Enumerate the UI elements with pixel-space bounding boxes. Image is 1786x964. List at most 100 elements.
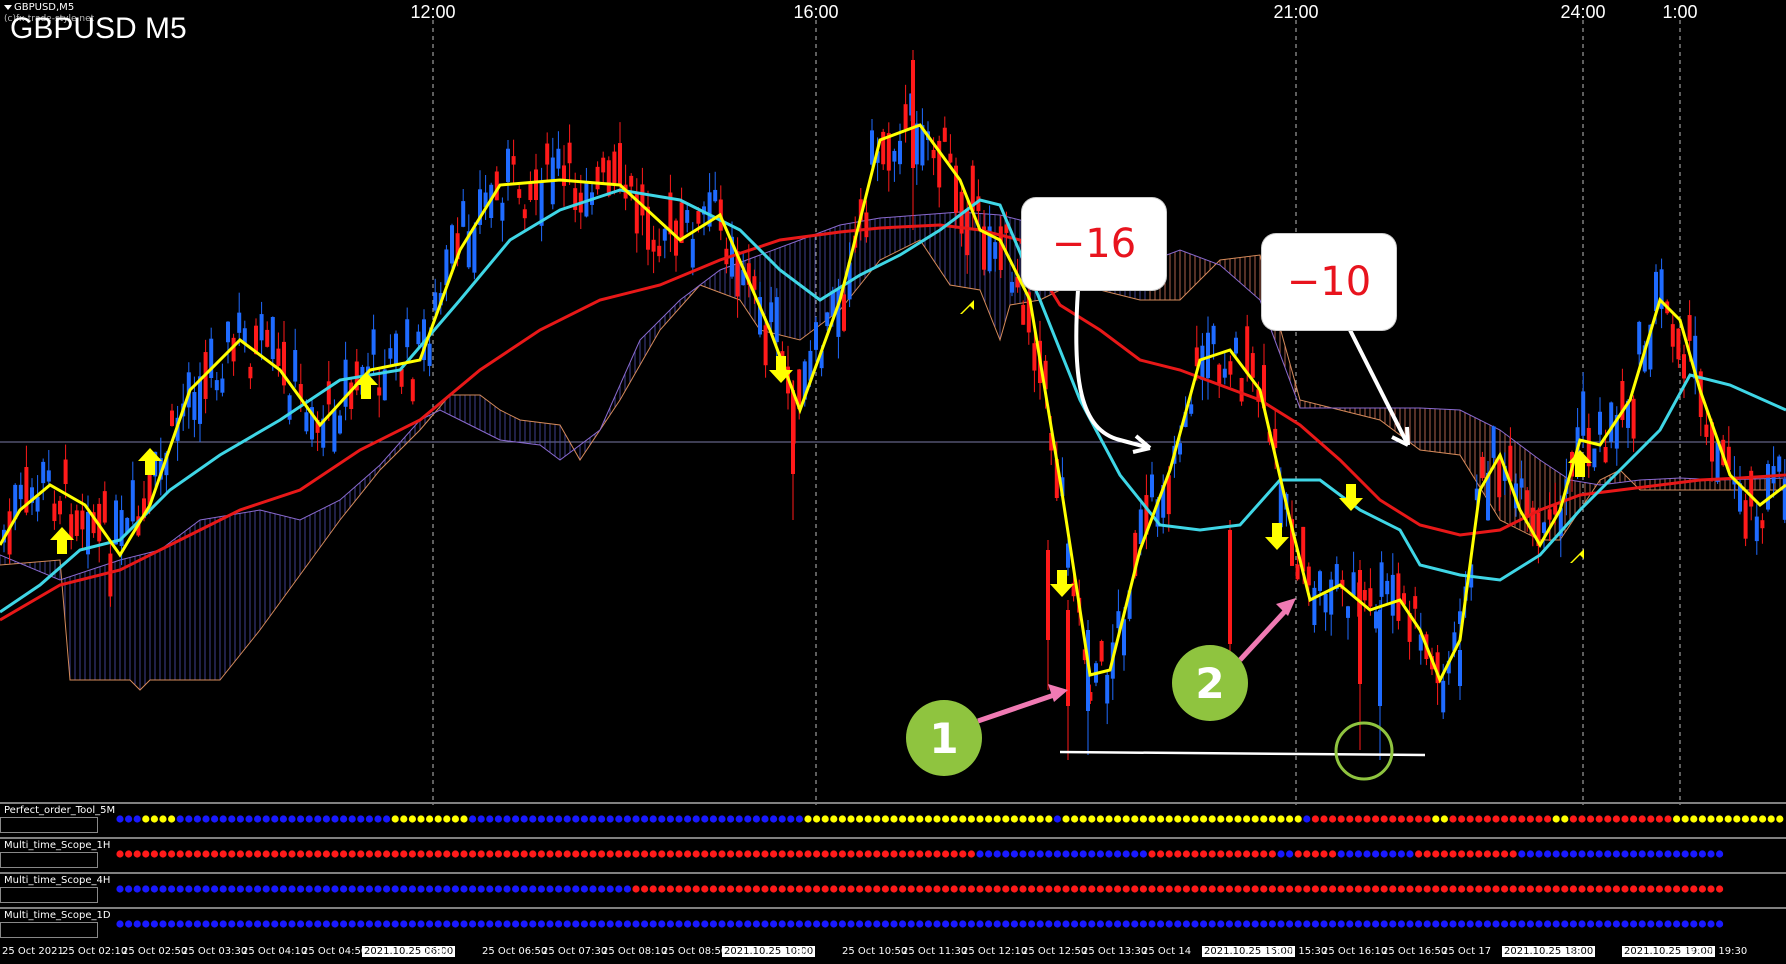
signal-dot xyxy=(348,815,356,823)
signal-dot xyxy=(1294,815,1302,823)
signal-dot xyxy=(1165,920,1173,928)
signal-dot xyxy=(271,815,279,823)
signal-dot xyxy=(168,885,176,893)
signal-dot xyxy=(1664,815,1672,823)
signal-dot xyxy=(1122,850,1130,858)
signal-dot xyxy=(1346,815,1354,823)
candle-body xyxy=(584,181,589,217)
signal-dot xyxy=(116,815,124,823)
signal-dot xyxy=(374,850,382,858)
signal-dot xyxy=(1587,885,1595,893)
signal-dot xyxy=(838,885,847,893)
signal-dot xyxy=(804,850,812,858)
time-axis-label: 25 Oct 04:50 xyxy=(302,946,368,957)
signal-dot xyxy=(426,920,434,928)
candle-body xyxy=(1458,650,1462,686)
signal-dot xyxy=(744,850,752,858)
signal-dot xyxy=(1002,815,1010,823)
signal-dot xyxy=(950,885,958,893)
signal-dot xyxy=(1225,850,1233,858)
signal-dot xyxy=(1595,850,1603,858)
signal-dot xyxy=(1131,850,1139,858)
signal-dot xyxy=(1483,815,1491,823)
candle-body xyxy=(130,480,135,522)
signal-dot xyxy=(1053,920,1061,928)
signal-dot xyxy=(623,920,632,928)
signal-dot xyxy=(1518,885,1526,893)
signal-dot xyxy=(1621,815,1629,823)
signal-dot xyxy=(1088,920,1096,928)
signal-dot xyxy=(365,815,373,823)
signal-dot xyxy=(684,920,692,928)
signal-dot xyxy=(1501,815,1509,823)
time-axis-label: 18 xyxy=(1562,946,1575,957)
signal-dot xyxy=(1397,885,1405,893)
signal-dot xyxy=(770,850,778,858)
candle-body xyxy=(769,302,774,323)
signal-dot xyxy=(770,885,778,893)
candle-body xyxy=(1682,354,1686,379)
signal-dot xyxy=(993,850,1001,858)
signal-dot xyxy=(434,885,442,893)
signal-dot xyxy=(211,815,219,823)
signal-dot xyxy=(193,815,201,823)
signal-dot xyxy=(1535,920,1543,928)
signal-dot xyxy=(985,850,993,858)
signal-dot xyxy=(847,815,855,823)
candle-body xyxy=(114,500,118,545)
signal-dot xyxy=(615,815,623,823)
candle-body xyxy=(522,209,527,219)
signal-dot xyxy=(1535,885,1543,893)
signal-dot xyxy=(511,815,520,823)
signal-dot xyxy=(1432,815,1440,823)
signal-dot xyxy=(1432,850,1440,858)
signal-dot xyxy=(1337,850,1345,858)
signal-dot xyxy=(1578,815,1586,823)
signal-dot xyxy=(864,885,872,893)
signal-dot xyxy=(924,850,933,858)
signal-dot xyxy=(245,850,253,858)
signal-dot xyxy=(1698,920,1706,928)
candle-body xyxy=(461,201,466,227)
signal-dot xyxy=(675,920,683,928)
candle-body xyxy=(640,184,645,216)
candle-body xyxy=(1598,411,1602,435)
signal-dot xyxy=(1604,850,1612,858)
signal-dot xyxy=(666,920,675,928)
candle-body xyxy=(1519,478,1524,488)
signal-dot xyxy=(279,920,287,928)
signal-dot xyxy=(658,920,666,928)
signal-dot xyxy=(254,920,262,928)
signal-dot xyxy=(967,850,976,858)
window-menu-triangle-icon[interactable] xyxy=(4,5,12,10)
signal-dot xyxy=(1131,885,1139,893)
signal-dot xyxy=(770,815,778,823)
signal-dot xyxy=(1578,850,1586,858)
candle-body xyxy=(942,127,947,142)
signal-dot xyxy=(297,885,305,893)
signal-dot xyxy=(1483,885,1491,893)
signal-dot xyxy=(752,850,761,858)
signal-dot xyxy=(340,885,348,893)
signal-dot xyxy=(1079,850,1087,858)
signal-dot xyxy=(426,850,434,858)
chart-title: GBPUSD M5 xyxy=(10,12,187,45)
signal-dot xyxy=(649,920,657,928)
candle-body xyxy=(1491,426,1496,458)
signal-dot xyxy=(1200,815,1208,823)
price-chart[interactable] xyxy=(0,0,1786,964)
signal-dot xyxy=(598,885,606,893)
signal-dot xyxy=(830,920,838,928)
signal-dot xyxy=(580,885,589,893)
signal-dot xyxy=(1354,920,1362,928)
signal-dot xyxy=(1690,815,1698,823)
signal-dot xyxy=(1389,885,1397,893)
signal-dot xyxy=(1647,885,1655,893)
signal-dot xyxy=(787,850,795,858)
signal-dot xyxy=(288,850,296,858)
candle-body xyxy=(1374,611,1378,629)
signal-dot xyxy=(185,850,193,858)
signal-dot xyxy=(632,920,640,928)
signal-dot xyxy=(1053,885,1061,893)
signal-dot xyxy=(641,850,649,858)
